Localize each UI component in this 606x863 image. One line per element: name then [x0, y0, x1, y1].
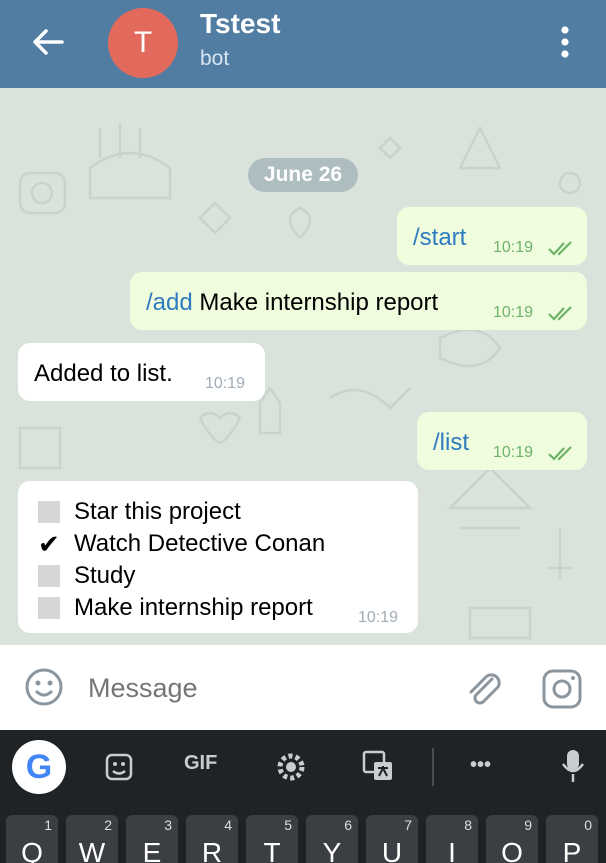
- key-q[interactable]: 1Q: [6, 815, 58, 863]
- outgoing-message-list[interactable]: /list 10:19: [417, 412, 587, 470]
- list-item: ✔ Watch Detective Conan: [38, 528, 325, 560]
- google-icon[interactable]: G: [12, 740, 66, 794]
- message-time: 10:19: [493, 444, 534, 461]
- key-number: 7: [404, 817, 412, 833]
- key-number: 1: [44, 817, 52, 833]
- command-link[interactable]: /start: [413, 224, 466, 252]
- key-t[interactable]: 5T: [246, 815, 298, 863]
- key-label: P: [562, 837, 582, 863]
- outgoing-message-start[interactable]: /start 10:19: [397, 207, 587, 265]
- incoming-list-message[interactable]: Star this project ✔ Watch Detective Cona…: [18, 481, 418, 633]
- list-item-text: Make internship report: [74, 594, 313, 621]
- more-toolbar-button[interactable]: •••: [470, 754, 491, 777]
- more-options-icon[interactable]: [556, 24, 574, 60]
- keyboard-keys: 1Q 2W 3E 4R 5T 6Y 7U 8I 9O 0P: [0, 805, 606, 863]
- command-link[interactable]: /list: [433, 429, 469, 457]
- key-number: 5: [284, 817, 292, 833]
- key-label: Y: [322, 837, 342, 863]
- key-label: U: [381, 837, 403, 863]
- chat-area[interactable]: June 26 /start 10:19 /add Make internshi…: [0, 88, 606, 645]
- command-link[interactable]: /add: [146, 289, 193, 316]
- unchecked-box-icon: [38, 565, 60, 587]
- key-o[interactable]: 9O: [486, 815, 538, 863]
- key-number: 3: [164, 817, 172, 833]
- emoji-icon[interactable]: [24, 667, 64, 707]
- message-time: 10:19: [493, 304, 534, 321]
- chat-subtitle: bot: [200, 47, 230, 70]
- outgoing-message-add[interactable]: /add Make internship report 10:19: [130, 272, 587, 330]
- message-input-bar: [0, 645, 606, 730]
- list-item-text: Study: [74, 562, 136, 589]
- camera-icon[interactable]: [540, 667, 584, 711]
- key-number: 2: [104, 817, 112, 833]
- chat-title[interactable]: Tstest: [200, 8, 280, 40]
- settings-gear-icon[interactable]: [276, 752, 306, 782]
- key-label: E: [142, 837, 162, 863]
- key-i[interactable]: 8I: [426, 815, 478, 863]
- list-item: Study: [38, 560, 135, 592]
- key-label: Q: [21, 837, 43, 863]
- read-ticks-icon: [548, 306, 572, 321]
- unchecked-box-icon: [38, 597, 60, 619]
- list-item: Star this project: [38, 496, 241, 528]
- key-y[interactable]: 6Y: [306, 815, 358, 863]
- read-ticks-icon: [548, 446, 572, 461]
- list-item: Make internship report: [38, 592, 313, 624]
- key-number: 9: [524, 817, 532, 833]
- key-label: I: [448, 837, 456, 863]
- key-u[interactable]: 7U: [366, 815, 418, 863]
- key-label: R: [201, 837, 223, 863]
- key-e[interactable]: 3E: [126, 815, 178, 863]
- translate-icon[interactable]: [362, 750, 394, 782]
- sticker-icon[interactable]: [104, 752, 134, 782]
- message-text: Make internship report: [192, 289, 439, 316]
- key-label: W: [78, 837, 106, 863]
- read-ticks-icon: [548, 241, 572, 256]
- message-time: 10:19: [205, 375, 246, 392]
- back-arrow-icon[interactable]: [28, 22, 68, 62]
- key-label: O: [501, 837, 523, 863]
- check-mark-icon: ✔: [38, 529, 60, 559]
- message-text: Added to list.: [34, 360, 173, 387]
- microphone-icon[interactable]: [560, 748, 586, 784]
- date-divider: June 26: [248, 158, 358, 192]
- incoming-message[interactable]: Added to list. 10:19: [18, 343, 265, 401]
- key-number: 8: [464, 817, 472, 833]
- attach-icon[interactable]: [462, 667, 506, 711]
- key-w[interactable]: 2W: [66, 815, 118, 863]
- key-p[interactable]: 0P: [546, 815, 598, 863]
- unchecked-box-icon: [38, 501, 60, 523]
- gif-button[interactable]: GIF: [184, 752, 217, 775]
- message-time: 10:19: [358, 609, 399, 626]
- chat-header: T Tstest bot: [0, 0, 606, 88]
- key-label: T: [263, 837, 281, 863]
- key-number: 4: [224, 817, 232, 833]
- key-number: 6: [344, 817, 352, 833]
- keyboard-toolbar: G GIF •••: [0, 730, 606, 805]
- key-r[interactable]: 4R: [186, 815, 238, 863]
- list-item-text: Star this project: [74, 498, 241, 525]
- message-time: 10:19: [493, 239, 534, 256]
- key-number: 0: [584, 817, 592, 833]
- avatar[interactable]: T: [108, 8, 178, 78]
- message-input[interactable]: [88, 673, 428, 704]
- toolbar-divider: [432, 748, 434, 786]
- list-item-text: Watch Detective Conan: [74, 530, 326, 557]
